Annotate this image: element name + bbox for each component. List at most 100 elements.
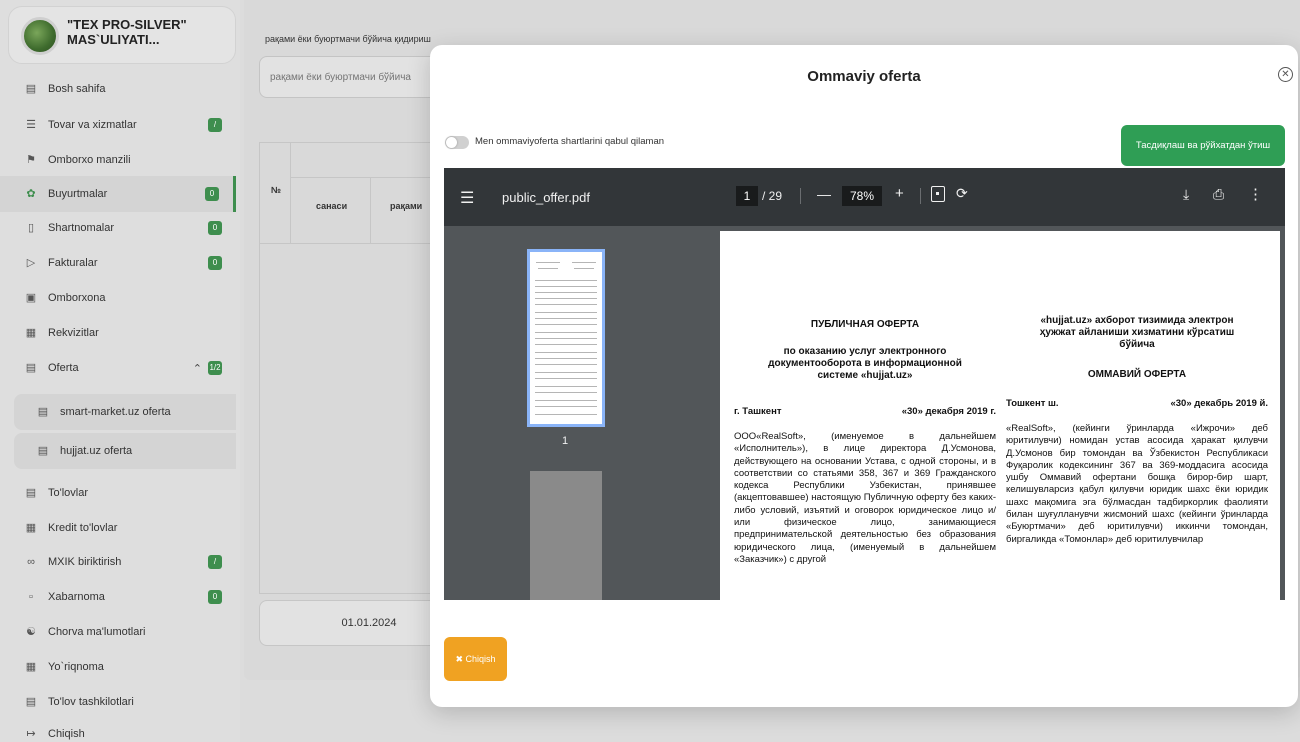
search-field[interactable] bbox=[259, 56, 439, 98]
exit-button[interactable]: ✖ Chiqish bbox=[444, 637, 507, 681]
sidebar-item-warehouse[interactable]: ▣ Omborxona bbox=[0, 280, 236, 316]
pdf-title-ru: ПУБЛИЧНАЯ ОФЕРТА bbox=[810, 319, 920, 330]
fit-page-icon[interactable] bbox=[931, 186, 945, 202]
sidebar-item-requisites[interactable]: ▦ Rekvizitlar bbox=[0, 315, 236, 351]
confirm-register-button[interactable]: Тасдиқлаш ва рўйхатдан ўтиш bbox=[1121, 125, 1285, 166]
count-badge: 0 bbox=[208, 590, 222, 604]
barcode-icon: ☰ bbox=[26, 119, 36, 131]
sidebar-item-label: Oferta bbox=[48, 362, 79, 374]
sidebar-item-contracts[interactable]: ▯ Shartnomalar 0 bbox=[0, 210, 236, 246]
pdf-right-column: «hujjat.uz» ахборот тизимида электрон ҳу… bbox=[1006, 315, 1268, 546]
menu-icon[interactable]: ☰ bbox=[460, 188, 474, 208]
sidebar-item-label: Rekvizitlar bbox=[48, 327, 99, 339]
pdf-viewer: ☰ public_offer.pdf 1 / 29 — 78% + ⟳ ⤓ ⎙ … bbox=[444, 168, 1285, 600]
contract-icon: ▯ bbox=[27, 222, 35, 234]
pdf-toolbar: ☰ public_offer.pdf 1 / 29 — 78% + ⟳ ⤓ ⎙ … bbox=[444, 168, 1285, 226]
livestock-icon: ☯ bbox=[26, 626, 36, 638]
sidebar: "TEX PRO-SILVER" MAS`ULIYATI... ▤ Bosh s… bbox=[0, 0, 240, 742]
logout-icon: ↦ bbox=[26, 728, 36, 740]
pdf-date-ru: «30» декабря 2019 г. bbox=[901, 406, 996, 417]
pdf-city-ru: г. Ташкент bbox=[734, 406, 782, 417]
page-number-input[interactable]: 1 bbox=[736, 186, 758, 206]
leaf-icon: ✿ bbox=[26, 188, 36, 200]
company-card[interactable]: "TEX PRO-SILVER" MAS`ULIYATI... bbox=[8, 6, 236, 64]
sidebar-item-payments[interactable]: ▤ To'lovlar bbox=[0, 475, 236, 511]
pdf-place-date-uz: Тошкент ш. «30» декабрь 2019 й. bbox=[1006, 398, 1268, 409]
sidebar-item-label: Omborxo manzili bbox=[48, 154, 131, 166]
count-badge: 0 bbox=[208, 256, 222, 270]
warehouse-address-icon: ⚑ bbox=[26, 154, 36, 166]
document-icon: ▤ bbox=[37, 445, 49, 457]
search-label: рақами ёки буюртмачи бўйича қидириш bbox=[265, 34, 431, 44]
more-options-icon[interactable]: ⋮ bbox=[1248, 185, 1263, 203]
sidebar-item-label: Chorva ma'lumotlari bbox=[48, 626, 146, 638]
sidebar-item-label: Buyurtmalar bbox=[48, 188, 108, 200]
sidebar-item-label: Xabarnoma bbox=[48, 591, 105, 603]
link-icon: ∞ bbox=[27, 556, 35, 568]
page-thumbnail-1[interactable] bbox=[527, 249, 605, 427]
sidebar-item-payment-orgs[interactable]: ▤ To'lov tashkilotlari bbox=[0, 684, 236, 720]
count-badge: 1/2 bbox=[208, 361, 222, 375]
date-filter[interactable]: 01.01.2024 bbox=[259, 600, 439, 646]
offer-icon: ▤ bbox=[25, 362, 37, 374]
zoom-input[interactable]: 78% bbox=[842, 186, 882, 206]
accept-offer-toggle[interactable] bbox=[445, 136, 469, 149]
sidebar-item-label: Chiqish bbox=[48, 728, 85, 740]
company-logo bbox=[21, 17, 59, 55]
sidebar-item-offer[interactable]: ▤ Oferta ⌃ 1/2 bbox=[0, 350, 236, 386]
zoom-in-icon[interactable]: + bbox=[895, 185, 904, 202]
chevron-up-icon: ⌃ bbox=[192, 362, 202, 375]
pdf-body-uz: «RealSoft», (кейинги ўринларда «Ижрочи» … bbox=[1006, 423, 1268, 545]
home-icon: ▤ bbox=[25, 83, 37, 95]
requisites-icon: ▦ bbox=[25, 327, 37, 339]
page-thumbnail-2[interactable] bbox=[530, 471, 602, 600]
search-input[interactable] bbox=[260, 57, 438, 97]
thumbnail-page-label: 1 bbox=[562, 435, 569, 447]
sidebar-item-logout[interactable]: ↦ Chiqish bbox=[0, 716, 236, 742]
sidebar-item-warehouse-address[interactable]: ⚑ Omborxo manzili bbox=[0, 142, 236, 178]
sidebar-item-guide[interactable]: ▦ Yo`riqnoma bbox=[0, 649, 236, 685]
pdf-subtitle-ru: по оказанию услуг электронного документо… bbox=[768, 346, 962, 381]
close-icon[interactable]: ✕ bbox=[1278, 67, 1293, 82]
sidebar-item-notifications[interactable]: ▫ Xabarnoma 0 bbox=[0, 579, 236, 615]
sidebar-item-products[interactable]: ☰ Tovar va xizmatlar / bbox=[0, 107, 236, 143]
sidebar-subitem-hujjat-offer[interactable]: ▤ hujjat.uz oferta bbox=[14, 433, 236, 469]
sidebar-item-label: Bosh sahifa bbox=[48, 83, 106, 95]
pdf-left-column: ПУБЛИЧНАЯ ОФЕРТА по оказанию услуг элект… bbox=[734, 319, 996, 566]
payment-icon: ▤ bbox=[25, 487, 37, 499]
rotate-icon[interactable]: ⟳ bbox=[956, 185, 968, 202]
pdf-date-uz: «30» декабрь 2019 й. bbox=[1170, 398, 1268, 409]
sidebar-item-credit-payments[interactable]: ▦ Kredit to'lovlar bbox=[0, 510, 236, 546]
download-icon[interactable]: ⤓ bbox=[1183, 186, 1189, 203]
pdf-city-uz: Тошкент ш. bbox=[1006, 398, 1059, 409]
sidebar-item-livestock[interactable]: ☯ Chorva ma'lumotlari bbox=[0, 614, 236, 650]
accept-offer-label: Men ommaviyoferta shartlarini qabul qila… bbox=[475, 136, 665, 147]
sidebar-item-label: smart-market.uz oferta bbox=[60, 406, 171, 418]
sidebar-item-home[interactable]: ▤ Bosh sahifa bbox=[0, 71, 236, 107]
sidebar-item-label: Fakturalar bbox=[48, 257, 98, 269]
sidebar-item-label: To'lov tashkilotlari bbox=[48, 696, 134, 708]
page-total: / 29 bbox=[762, 189, 783, 203]
print-icon[interactable]: ⎙ bbox=[1213, 186, 1224, 203]
sidebar-subitem-smart-market-offer[interactable]: ▤ smart-market.uz oferta bbox=[14, 394, 236, 430]
pdf-subtitle-uz: «hujjat.uz» ахборот тизимида электрон ҳу… bbox=[1039, 315, 1235, 350]
pdf-body-ru: ООО«RealSoft», (именуемое в дальнейшем «… bbox=[734, 431, 996, 565]
guide-icon: ▦ bbox=[25, 661, 37, 673]
column-header-number: рақами bbox=[390, 201, 423, 211]
column-header-no: № bbox=[271, 185, 282, 195]
company-name: "TEX PRO-SILVER" MAS`ULIYATI... bbox=[67, 17, 187, 47]
sidebar-item-label: To'lovlar bbox=[48, 487, 89, 499]
sidebar-item-mxik[interactable]: ∞ MXIK biriktirish / bbox=[0, 544, 236, 580]
sidebar-item-label: MXIK biriktirish bbox=[48, 556, 122, 568]
pdf-place-date-ru: г. Ташкент «30» декабря 2019 г. bbox=[734, 406, 996, 417]
sidebar-item-label: Shartnomalar bbox=[48, 222, 115, 234]
sidebar-item-label: hujjat.uz oferta bbox=[60, 445, 133, 457]
sidebar-item-label: Yo`riqnoma bbox=[48, 661, 104, 673]
column-header-date: санаси bbox=[316, 201, 348, 211]
sidebar-item-orders[interactable]: ✿ Buyurtmalar 0 bbox=[0, 176, 236, 212]
count-badge: / bbox=[208, 118, 222, 132]
count-badge: 0 bbox=[208, 221, 222, 235]
count-badge: / bbox=[208, 555, 222, 569]
zoom-out-icon[interactable]: — bbox=[817, 186, 831, 202]
sidebar-item-invoices[interactable]: ▷ Fakturalar 0 bbox=[0, 245, 236, 281]
